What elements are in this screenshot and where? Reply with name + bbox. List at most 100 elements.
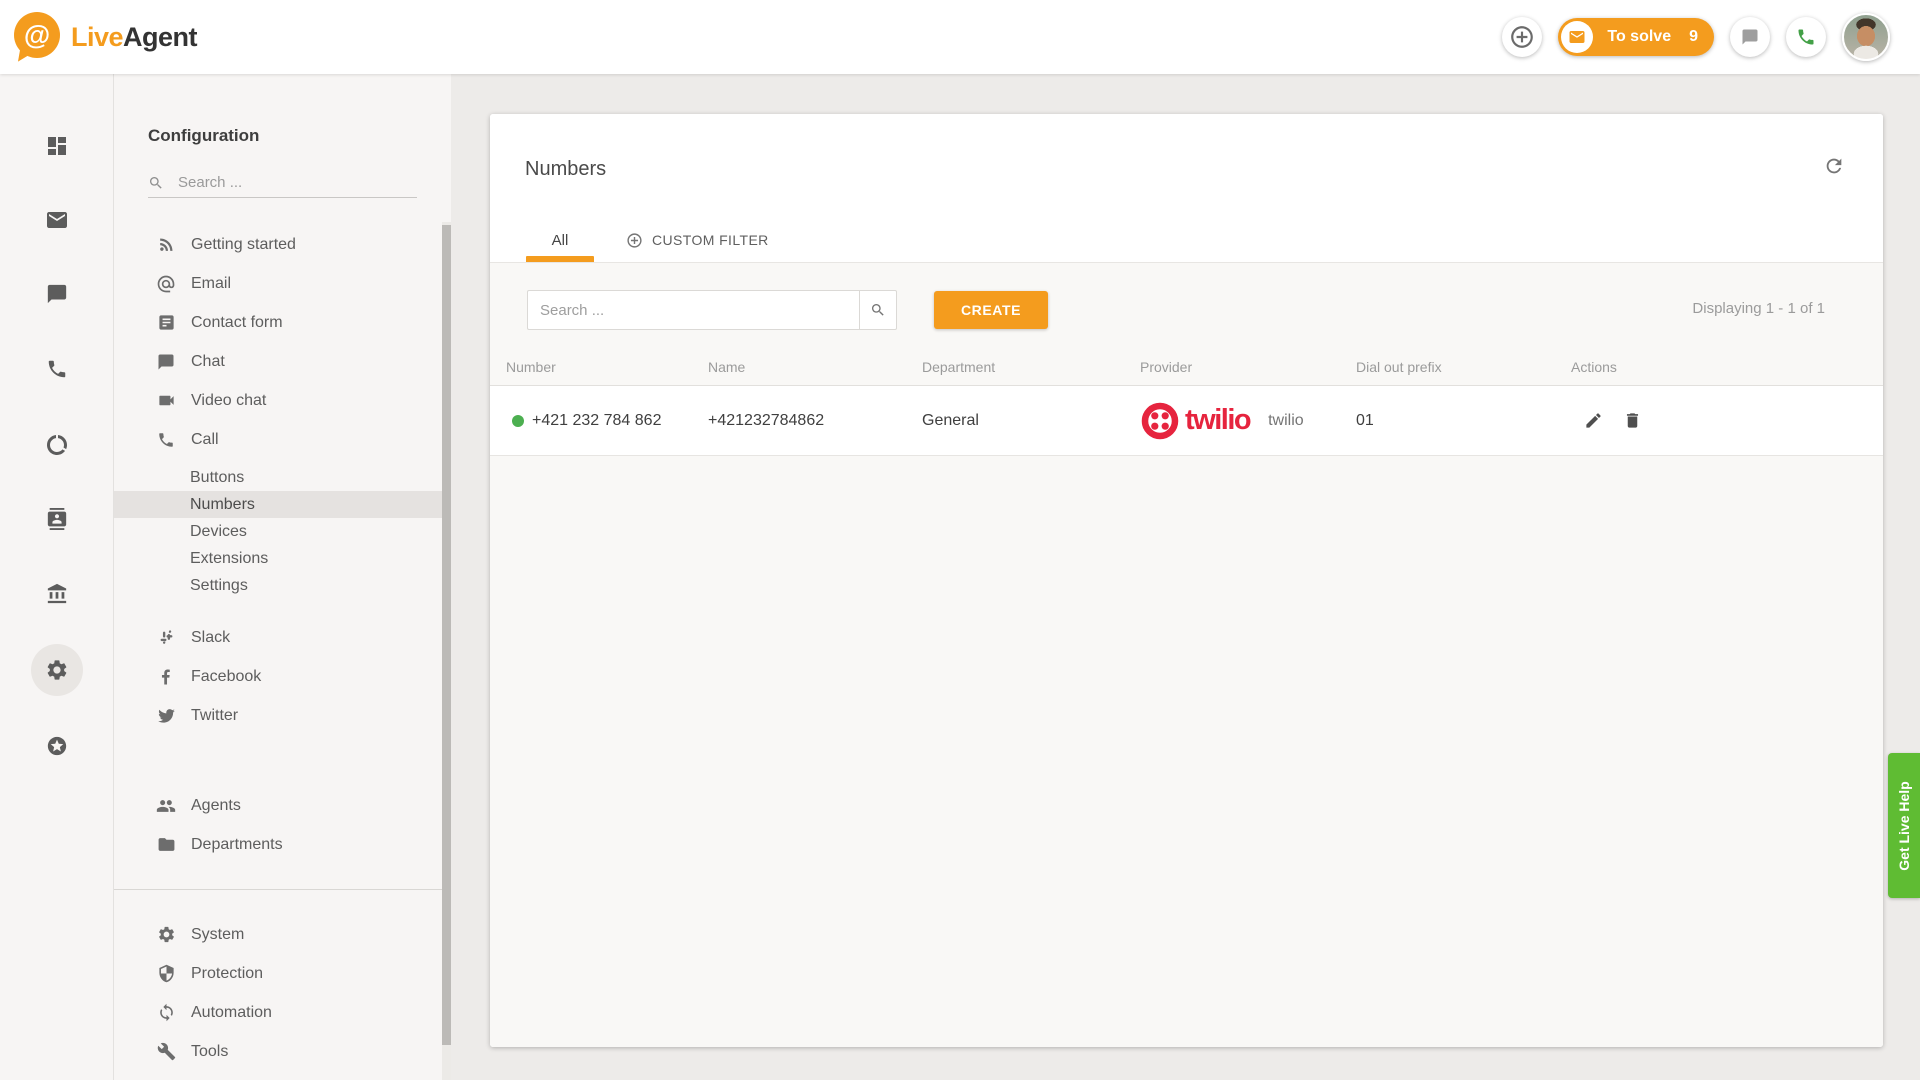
search-icon <box>148 175 164 191</box>
at-icon <box>154 274 178 294</box>
status-dot-green <box>512 415 524 427</box>
sidebar-item-system[interactable]: System <box>114 915 451 954</box>
add-circle-icon <box>626 232 643 249</box>
slack-icon <box>154 628 178 647</box>
data-usage-icon <box>45 433 69 457</box>
to-solve-button[interactable]: To solve 9 <box>1558 18 1714 56</box>
sidebar-item-departments[interactable]: Departments <box>114 825 451 864</box>
add-circle-icon <box>1509 24 1535 50</box>
sidebar-item-label: Email <box>191 275 231 293</box>
delete-button[interactable] <box>1623 411 1642 430</box>
sidebar-search-input[interactable] <box>178 174 417 191</box>
rss-icon <box>154 235 178 254</box>
sidebar-item-email[interactable]: Email <box>114 264 451 303</box>
sidebar-item-label: Agents <box>191 797 241 815</box>
sidebar-item-settings[interactable]: Settings <box>114 572 451 599</box>
chat-icon <box>154 353 178 371</box>
configuration-sidebar: Configuration Getting started Email Cont… <box>114 74 451 1080</box>
sidebar-divider <box>114 889 451 890</box>
cell-department: General <box>922 412 1140 430</box>
gear-icon <box>154 925 178 944</box>
sidebar-item-label: Protection <box>191 965 263 983</box>
tab-all[interactable]: All <box>526 218 594 262</box>
column-header-department: Department <box>922 359 1140 375</box>
sidebar-item-protection[interactable]: Protection <box>114 954 451 993</box>
top-bar: @ LiveAgent To solve 9 <box>0 0 1920 74</box>
get-live-help-tab[interactable]: Get Live Help <box>1888 753 1920 898</box>
sidebar-item-devices[interactable]: Devices <box>114 518 451 545</box>
to-solve-count: 9 <box>1689 28 1698 46</box>
sidebar-item-getting-started[interactable]: Getting started <box>114 225 451 264</box>
cell-provider: twilio twilio <box>1140 401 1356 441</box>
twilio-wordmark: twilio <box>1185 406 1250 435</box>
people-icon <box>154 796 178 816</box>
to-solve-label: To solve <box>1607 28 1671 46</box>
sidebar-scrollbar[interactable] <box>442 222 451 1080</box>
sidebar-item-label: Call <box>191 431 219 449</box>
numbers-card: Numbers All CUSTOM FILTER <box>490 114 1883 1047</box>
sidebar-scrollbar-thumb[interactable] <box>442 225 451 1045</box>
rail-item-starred[interactable] <box>31 720 83 772</box>
sidebar-item-tools[interactable]: Tools <box>114 1032 451 1064</box>
liveagent-logo: @ LiveAgent <box>14 12 197 62</box>
sidebar-item-buttons[interactable]: Buttons <box>114 464 451 491</box>
rail-item-dashboard[interactable] <box>31 120 83 172</box>
sidebar-item-numbers[interactable]: Numbers <box>114 491 442 518</box>
column-header-provider: Provider <box>1140 359 1356 375</box>
sidebar-item-label: Chat <box>191 353 225 371</box>
column-header-dial-out-prefix: Dial out prefix <box>1356 359 1571 375</box>
rail-item-mail[interactable] <box>31 194 83 246</box>
toolbar: CREATE <box>490 263 1883 330</box>
sidebar-item-label: Slack <box>191 629 230 647</box>
wrench-icon <box>154 1042 178 1061</box>
rail-item-billing[interactable] <box>31 568 83 620</box>
column-header-number: Number <box>490 359 708 375</box>
table-search <box>527 290 897 330</box>
column-header-name: Name <box>708 359 922 375</box>
table-search-button[interactable] <box>859 290 897 330</box>
sidebar-item-twitter[interactable]: Twitter <box>114 696 451 735</box>
table-row: +421 232 784 862 +421232784862 General t… <box>490 386 1883 456</box>
sidebar-item-label: Video chat <box>191 392 266 410</box>
sidebar-item-call[interactable]: Call <box>114 420 451 459</box>
sidebar-item-agents[interactable]: Agents <box>114 786 451 825</box>
sidebar-item-automation[interactable]: Automation <box>114 993 451 1032</box>
logo-bubble-icon: @ <box>14 12 62 62</box>
provider-label: twilio <box>1268 412 1304 430</box>
sidebar-item-label: System <box>191 926 244 944</box>
sidebar-item-label: Contact form <box>191 314 283 332</box>
refresh-icon <box>1823 155 1845 177</box>
sidebar-item-contact-form[interactable]: Contact form <box>114 303 451 342</box>
column-header-actions: Actions <box>1571 359 1883 375</box>
rail-item-configuration[interactable] <box>31 644 83 696</box>
sidebar-item-extensions[interactable]: Extensions <box>114 545 451 572</box>
phone-button[interactable] <box>1786 17 1826 57</box>
rail-item-contacts[interactable] <box>31 493 83 545</box>
card-body: CREATE Displaying 1 - 1 of 1 Number Name… <box>490 263 1883 1047</box>
pagination-status: Displaying 1 - 1 of 1 <box>1692 300 1825 317</box>
edit-button[interactable] <box>1584 411 1603 430</box>
sidebar-item-chat[interactable]: Chat <box>114 342 451 381</box>
add-button[interactable] <box>1502 17 1542 57</box>
cell-number: +421 232 784 862 <box>490 412 708 430</box>
create-button[interactable]: CREATE <box>934 291 1048 329</box>
chat-icon <box>1741 28 1759 46</box>
get-live-help-label: Get Live Help <box>1896 781 1912 870</box>
table-search-input[interactable] <box>527 290 859 330</box>
table-header-row: Number Name Department Provider Dial out… <box>490 349 1883 386</box>
sidebar-item-facebook[interactable]: Facebook <box>114 657 451 696</box>
rail-item-reports[interactable] <box>31 419 83 471</box>
tab-custom-filter[interactable]: CUSTOM FILTER <box>626 218 769 262</box>
sidebar-item-video-chat[interactable]: Video chat <box>114 381 451 420</box>
rail-item-chat[interactable] <box>31 268 83 320</box>
rail-item-call[interactable] <box>31 343 83 395</box>
sidebar-item-label: Facebook <box>191 668 261 686</box>
numbers-table: Number Name Department Provider Dial out… <box>490 349 1883 456</box>
avatar[interactable] <box>1842 13 1890 61</box>
sidebar-item-slack[interactable]: Slack <box>114 618 451 657</box>
shield-icon <box>154 964 178 983</box>
logo-text: LiveAgent <box>71 22 197 53</box>
cell-actions <box>1571 411 1883 430</box>
refresh-button[interactable] <box>1823 155 1845 177</box>
chat-button[interactable] <box>1730 17 1770 57</box>
